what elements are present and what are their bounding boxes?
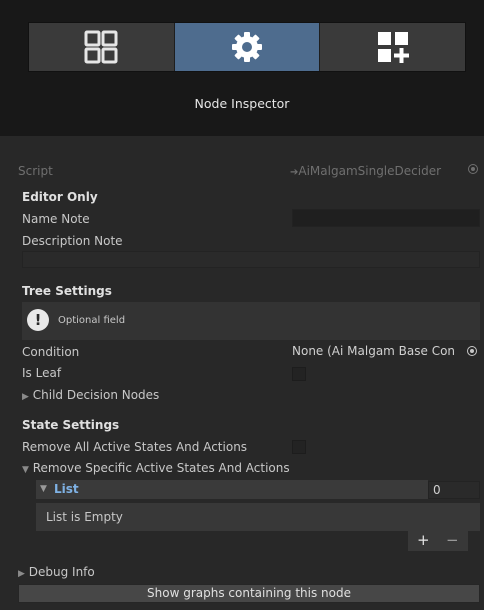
page-title: Node Inspector [194, 95, 290, 111]
list-empty-text: List is Empty [46, 510, 123, 524]
description-note-label: Description Note [22, 234, 123, 248]
grid-icon [84, 30, 118, 64]
add-item-button[interactable]: + [417, 531, 430, 549]
add-block-icon [377, 32, 409, 63]
remove-all-toggle[interactable] [292, 440, 306, 454]
foldout-closed-icon: ▶ [22, 392, 29, 402]
tool-settings-button[interactable] [174, 23, 321, 71]
tree-settings-header: Tree Settings [22, 284, 112, 298]
foldout-closed-icon: ▶ [18, 569, 25, 579]
remove-specific-foldout[interactable]: ▼ Remove Specific Active States And Acti… [22, 461, 290, 475]
foldout-open-icon: ▼ [22, 465, 29, 475]
script-field: ➔AiMalgamSingleDecider [290, 164, 442, 178]
condition-picker-icon[interactable] [467, 346, 477, 356]
optional-field-text: Optional field [58, 315, 126, 326]
inspector-toolbar [28, 22, 466, 72]
remove-item-button[interactable]: − [446, 531, 459, 549]
list-size-field[interactable]: 0 [428, 481, 480, 499]
condition-label: Condition [22, 345, 80, 359]
script-label: Script [18, 164, 53, 178]
name-note-label: Name Note [22, 212, 90, 226]
editor-only-header: Editor Only [22, 190, 98, 204]
list-label: List [54, 482, 79, 496]
is-leaf-toggle[interactable] [292, 367, 306, 381]
is-leaf-label: Is Leaf [22, 366, 62, 380]
description-note-field[interactable] [22, 251, 480, 268]
tool-grid-button[interactable] [29, 23, 175, 71]
info-icon: ! [27, 309, 49, 331]
show-graphs-button[interactable]: Show graphs containing this node [18, 584, 480, 603]
state-settings-header: State Settings [22, 418, 120, 432]
gear-icon [232, 32, 262, 62]
list-body: List is Empty [36, 503, 480, 531]
name-note-field[interactable] [292, 209, 480, 227]
debug-info-foldout[interactable]: ▶ Debug Info [18, 565, 95, 579]
condition-field[interactable]: None (Ai Malgam Base Con [292, 342, 480, 360]
remove-all-label: Remove All Active States And Actions [22, 440, 248, 454]
child-decision-nodes-foldout[interactable]: ▶ Child Decision Nodes [22, 388, 159, 402]
list-header[interactable]: ▼ List [36, 480, 428, 499]
optional-field-helpbox: ! Optional field [22, 302, 480, 340]
tool-add-button[interactable] [320, 23, 466, 71]
script-picker-icon[interactable] [468, 164, 478, 174]
list-footer: + − [408, 531, 468, 551]
list-foldout-icon: ▼ [40, 484, 47, 494]
